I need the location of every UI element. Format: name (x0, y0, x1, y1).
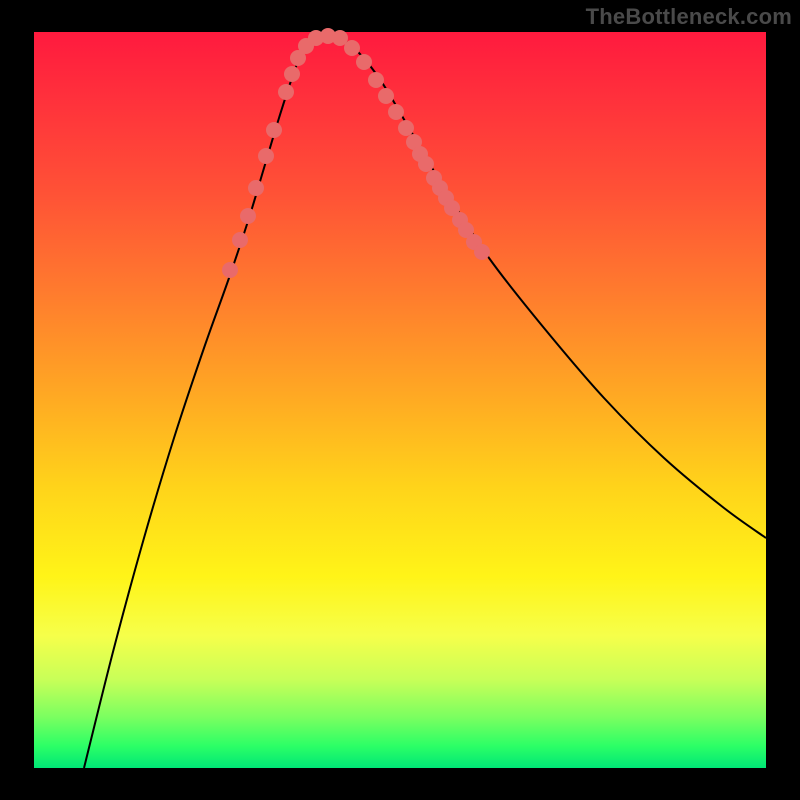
marker-dot (240, 208, 256, 224)
plot-area (34, 32, 766, 768)
marker-dot (356, 54, 372, 70)
curve-svg (34, 32, 766, 768)
marker-dot (378, 88, 394, 104)
watermark-text: TheBottleneck.com (586, 4, 792, 30)
marker-dot (232, 232, 248, 248)
marker-dot (266, 122, 282, 138)
marker-dot (418, 156, 434, 172)
marker-dot (278, 84, 294, 100)
marker-dot (248, 180, 264, 196)
bottleneck-markers (222, 28, 490, 278)
marker-dot (474, 244, 490, 260)
marker-dot (258, 148, 274, 164)
marker-dot (368, 72, 384, 88)
bottleneck-curve (84, 35, 766, 769)
marker-dot (398, 120, 414, 136)
marker-dot (344, 40, 360, 56)
marker-dot (222, 262, 238, 278)
marker-dot (284, 66, 300, 82)
chart-frame: TheBottleneck.com (0, 0, 800, 800)
marker-dot (388, 104, 404, 120)
